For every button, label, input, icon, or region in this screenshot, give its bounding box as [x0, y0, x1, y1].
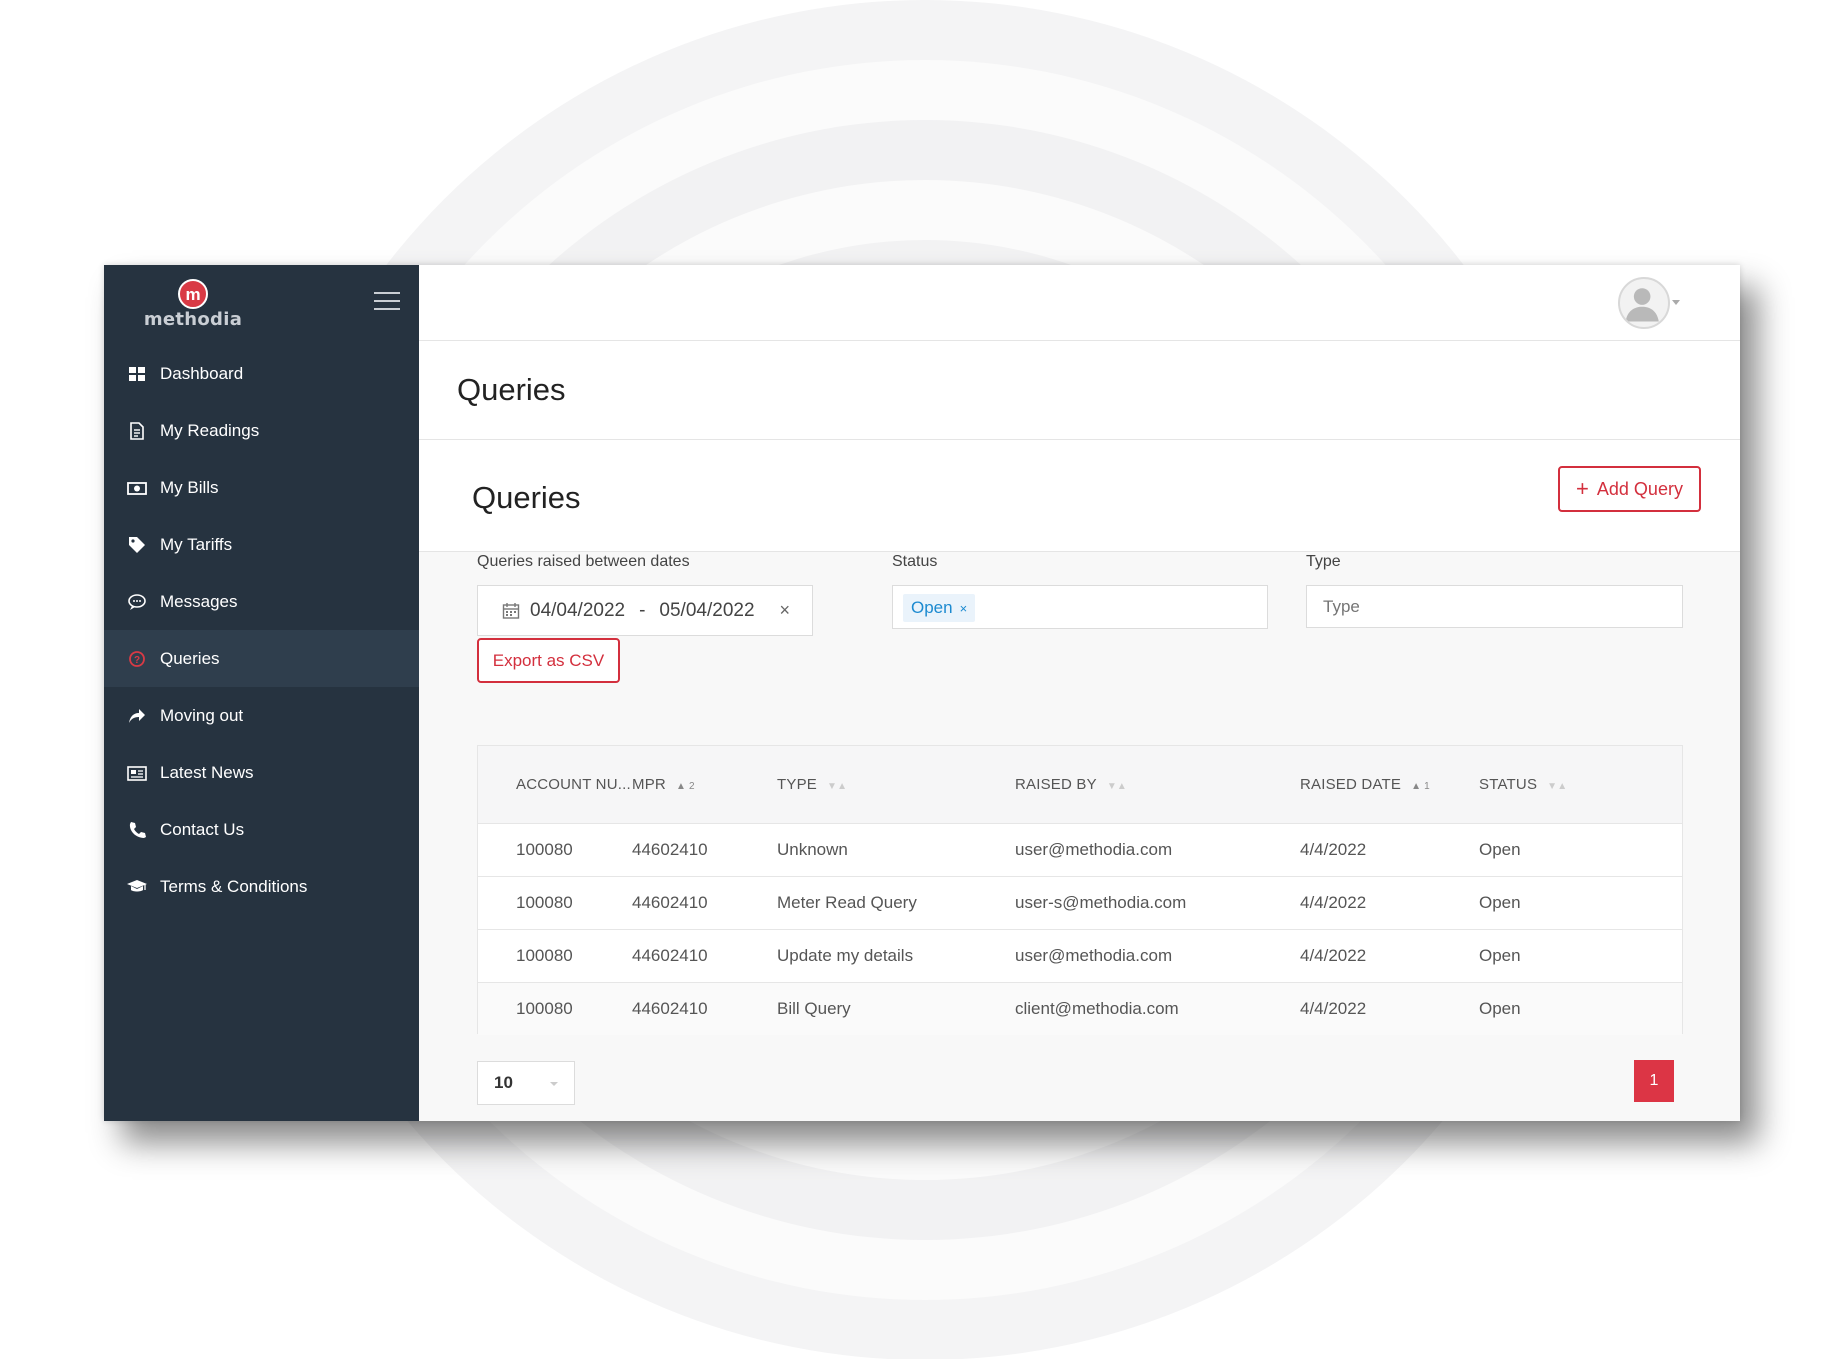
sort-icon: ▼▲ — [1106, 780, 1128, 792]
column-status[interactable]: STATUS ▼▲ — [1479, 746, 1682, 823]
sidebar-item-label: Dashboard — [160, 363, 244, 383]
graduation-cap-icon — [126, 876, 148, 898]
phone-icon — [126, 819, 148, 841]
sort-asc-icon: ▲ 2 — [675, 780, 695, 792]
remove-tag-icon[interactable]: × — [960, 601, 968, 616]
status-filter-label: Status — [892, 553, 938, 570]
card-header: Queries + Add Query — [419, 440, 1740, 552]
add-query-button[interactable]: + Add Query — [1558, 466, 1701, 512]
export-csv-button[interactable]: Export as CSV — [477, 638, 620, 683]
table-row[interactable]: 100080 44602410 Update my details user@m… — [478, 929, 1682, 982]
sidebar-item-label: My Bills — [160, 477, 219, 497]
date-range-picker[interactable]: 04/04/2022 - 05/04/2022 × — [477, 585, 813, 636]
sidebar-item-label: Queries — [160, 648, 220, 668]
plus-icon: + — [1576, 476, 1589, 501]
sidebar-item-label: Moving out — [160, 705, 244, 725]
sidebar-item-label: Latest News — [160, 762, 254, 782]
card-title: Queries — [472, 480, 581, 515]
date-from: 04/04/2022 — [530, 599, 626, 621]
dates-filter-label: Queries raised between dates — [477, 553, 690, 570]
type-filter-label: Type — [1306, 553, 1341, 570]
logo-mark: m — [178, 279, 208, 309]
add-query-label: Add Query — [1596, 478, 1683, 499]
sidebar-item-terms-conditions[interactable]: Terms & Conditions — [104, 858, 419, 915]
app-window: m methodia Dashboard My Readings My Bill… — [104, 265, 1740, 1121]
page-size-value: 10 — [494, 1073, 513, 1092]
sidebar-item-queries[interactable]: ? Queries — [104, 630, 419, 687]
table-header-row: ACCOUNT NU... MPR ▲ 2 TYPE ▼▲ RAISED BY ▼▲ … — [478, 746, 1682, 823]
clear-dates-icon[interactable]: × — [779, 600, 790, 621]
sidebar-item-label: My Readings — [160, 420, 260, 440]
calendar-icon — [502, 602, 520, 619]
chat-icon — [126, 591, 148, 613]
top-bar — [419, 265, 1740, 341]
sidebar-item-latest-news[interactable]: Latest News — [104, 744, 419, 801]
sidebar-item-my-tariffs[interactable]: My Tariffs — [104, 516, 419, 573]
document-icon — [126, 420, 148, 442]
share-arrow-icon — [126, 705, 148, 727]
dashboard-icon — [126, 363, 148, 385]
logo-text: methodia — [143, 309, 243, 330]
sidebar-item-my-bills[interactable]: My Bills — [104, 459, 419, 516]
queries-table: ACCOUNT NU... MPR ▲ 2 TYPE ▼▲ RAISED BY ▼▲ … — [477, 745, 1683, 1035]
table-row[interactable]: 100080 44602410 Meter Read Query user-s@… — [478, 876, 1682, 929]
page-title: Queries — [457, 372, 566, 407]
chevron-down-icon — [550, 1082, 558, 1086]
user-avatar-icon[interactable] — [1618, 277, 1670, 329]
sidebar-item-contact-us[interactable]: Contact Us — [104, 801, 419, 858]
column-type[interactable]: TYPE ▼▲ — [777, 746, 1015, 823]
page-size-select[interactable]: 10 — [477, 1061, 575, 1105]
pagination-page-1[interactable]: 1 — [1634, 1060, 1674, 1102]
svg-text:?: ? — [134, 655, 140, 666]
column-raised-by[interactable]: RAISED BY ▼▲ — [1015, 746, 1300, 823]
tag-icon — [126, 534, 148, 556]
sort-asc-icon: ▲ 1 — [1411, 780, 1430, 792]
status-tag-label: Open — [911, 598, 953, 617]
status-multiselect[interactable]: Open × — [892, 585, 1268, 629]
sidebar-item-label: Messages — [160, 591, 238, 611]
sort-icon: ▼▲ — [1547, 780, 1568, 792]
money-icon — [126, 477, 148, 499]
status-tag-open: Open × — [903, 594, 976, 622]
sidebar-item-label: My Tariffs — [160, 534, 233, 554]
column-raised-date[interactable]: RAISED DATE ▲ 1 — [1300, 746, 1479, 823]
table-row[interactable]: 100080 44602410 Bill Query client@method… — [478, 982, 1682, 1035]
main-content: Queries Queries + Add Query Queries rais… — [419, 265, 1740, 1121]
sort-icon: ▼▲ — [826, 780, 848, 792]
sidebar-item-dashboard[interactable]: Dashboard — [104, 345, 419, 402]
sidebar-nav: Dashboard My Readings My Bills My Tariff… — [104, 345, 419, 915]
sidebar-item-messages[interactable]: Messages — [104, 573, 419, 630]
date-to: 05/04/2022 — [659, 599, 755, 621]
page-header: Queries — [419, 341, 1740, 440]
methodia-logo[interactable]: m methodia — [138, 279, 248, 331]
sidebar: m methodia Dashboard My Readings My Bill… — [104, 265, 419, 1121]
sidebar-item-moving-out[interactable]: Moving out — [104, 687, 419, 744]
newspaper-icon — [126, 762, 148, 784]
question-icon: ? — [126, 648, 148, 670]
sidebar-item-my-readings[interactable]: My Readings — [104, 402, 419, 459]
date-separator: - — [639, 599, 646, 621]
type-select[interactable] — [1306, 585, 1683, 628]
menu-toggle-icon[interactable] — [374, 292, 400, 312]
sidebar-item-label: Contact Us — [160, 819, 245, 839]
column-account-number[interactable]: ACCOUNT NU... — [478, 746, 632, 823]
chevron-down-icon[interactable] — [1672, 300, 1680, 305]
sidebar-item-label: Terms & Conditions — [160, 876, 308, 896]
table-row[interactable]: 100080 44602410 Unknown user@methodia.co… — [478, 823, 1682, 876]
column-mpr[interactable]: MPR ▲ 2 — [632, 746, 777, 823]
